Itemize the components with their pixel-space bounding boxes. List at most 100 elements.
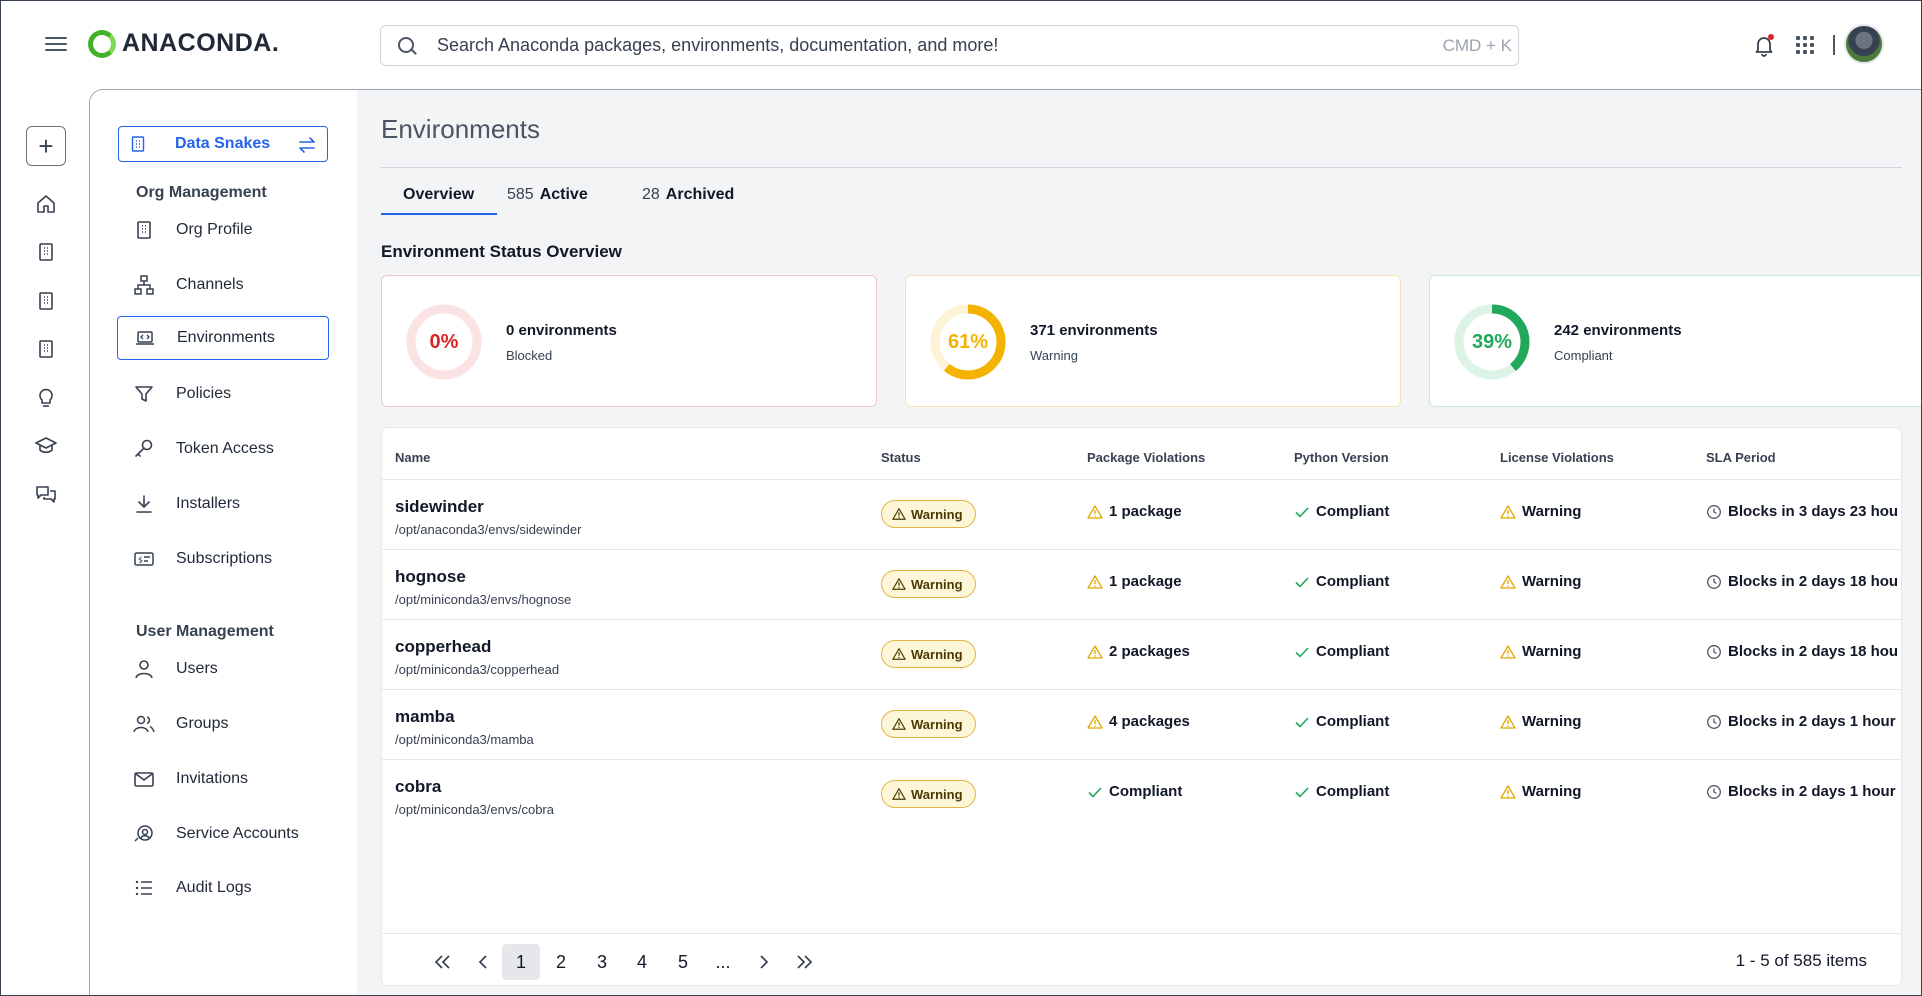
- tab-archived[interactable]: 28 Archived: [642, 186, 734, 230]
- sidebar-item-policies[interactable]: Policies: [117, 372, 329, 416]
- sidebar-item-users[interactable]: Users: [117, 647, 329, 691]
- sidebar-item-audit-logs[interactable]: Audit Logs: [117, 866, 329, 910]
- column-header-python-version[interactable]: Python Version: [1294, 450, 1389, 465]
- sidebar-item-label: Users: [176, 660, 218, 677]
- license-violations-value: Warning: [1522, 643, 1582, 660]
- menu-icon[interactable]: [45, 33, 67, 55]
- prev-page-button[interactable]: [464, 944, 502, 980]
- clock-icon: [1707, 504, 1721, 519]
- clock-icon: [1707, 574, 1721, 589]
- license-violations-value: Warning: [1522, 783, 1582, 800]
- env-name[interactable]: mamba: [395, 707, 455, 727]
- sla-period-cell: Blocks in 2 days 18 hou: [1706, 643, 1898, 660]
- license-violations-cell: Warning: [1500, 713, 1581, 730]
- sidebar-item-label: Environments: [177, 329, 275, 346]
- sidebar-item-token-access[interactable]: Token Access: [117, 427, 329, 471]
- section-title-user-management: User Management: [136, 623, 274, 640]
- double-chevron-right-icon: [797, 955, 813, 969]
- clock-icon: [1707, 784, 1721, 799]
- python-version-cell: Compliant: [1294, 783, 1389, 800]
- section-title-org-management: Org Management: [136, 184, 267, 201]
- sidebar-item-label: Org Profile: [176, 221, 253, 238]
- column-header-sla-period[interactable]: SLA Period: [1706, 450, 1776, 465]
- page-button-2[interactable]: 2: [542, 944, 580, 980]
- last-page-button[interactable]: [785, 944, 823, 980]
- sla-period-value: Blocks in 2 days 18 hou: [1728, 573, 1899, 590]
- app-window: ANACONDA. CMD + K + Data Snakes: [0, 0, 1922, 996]
- building-icon[interactable]: [35, 338, 57, 360]
- pagination: 1 2 3 4 5 ... 1 - 5 of 585 items: [382, 933, 1901, 985]
- env-name[interactable]: cobra: [395, 777, 441, 797]
- next-page-button[interactable]: [745, 944, 783, 980]
- table-row[interactable]: cobra/opt/miniconda3/envs/cobra Warning Co…: [382, 759, 1901, 829]
- package-violations-value: 2 packages: [1109, 643, 1190, 660]
- page-button-5[interactable]: 5: [664, 944, 702, 980]
- table-row[interactable]: copperhead/opt/miniconda3/copperhead Warn…: [382, 619, 1901, 689]
- sidebar-item-channels[interactable]: Channels: [117, 263, 329, 307]
- package-violations-cell: Compliant: [1087, 783, 1182, 800]
- first-page-button[interactable]: [424, 944, 462, 980]
- user-avatar[interactable]: [1844, 24, 1884, 64]
- table-row[interactable]: mamba/opt/miniconda3/mamba Warning 4 packa…: [382, 689, 1901, 759]
- sla-period-value: Blocks in 2 days 18 hou: [1728, 643, 1899, 660]
- sidebar-item-invitations[interactable]: Invitations: [117, 757, 329, 801]
- chat-icon[interactable]: [35, 483, 57, 505]
- status-label: Blocked: [506, 348, 553, 363]
- laptop-code-icon: [136, 331, 154, 345]
- warning-icon: [1087, 644, 1103, 659]
- tab-overview[interactable]: Overview: [403, 186, 474, 230]
- sidebar-item-service-accounts[interactable]: Service Accounts: [117, 812, 329, 856]
- status-count: 371 environments: [1030, 322, 1158, 339]
- sidebar-item-installers[interactable]: Installers: [117, 482, 329, 526]
- tab-active[interactable]: 585 Active: [507, 186, 588, 230]
- page-button-3[interactable]: 3: [583, 944, 621, 980]
- filter-icon: [135, 386, 153, 402]
- org-switcher-button[interactable]: Data Snakes: [118, 126, 328, 162]
- page-button-1[interactable]: 1: [502, 944, 540, 980]
- tab-label: Active: [539, 186, 588, 203]
- page-button-4[interactable]: 4: [623, 944, 661, 980]
- sidebar-item-groups[interactable]: Groups: [117, 702, 329, 746]
- graduation-cap-icon[interactable]: [35, 435, 57, 457]
- warning-icon: [892, 788, 906, 800]
- lightbulb-icon[interactable]: [35, 387, 57, 409]
- env-name[interactable]: copperhead: [395, 637, 491, 657]
- status-badge: Warning: [881, 570, 976, 598]
- notification-bell-icon[interactable]: [1754, 34, 1774, 57]
- global-search[interactable]: CMD + K: [380, 25, 1519, 66]
- env-name[interactable]: hognose: [395, 567, 466, 587]
- page-ellipsis[interactable]: ...: [704, 944, 742, 980]
- python-version-value: Compliant: [1316, 713, 1390, 730]
- column-header-license-violations[interactable]: License Violations: [1500, 450, 1614, 465]
- sla-period-cell: Blocks in 2 days 18 hou: [1706, 573, 1898, 590]
- column-header-name[interactable]: Name: [395, 450, 430, 465]
- sla-period-value: Blocks in 2 days 1 hour: [1728, 713, 1896, 730]
- sidebar-item-org-profile[interactable]: Org Profile: [117, 208, 329, 252]
- tab-count: 585: [507, 186, 534, 203]
- sidebar-item-subscriptions[interactable]: $ Subscriptions: [117, 537, 329, 581]
- warning-icon: [1500, 784, 1516, 799]
- building-icon[interactable]: [35, 241, 57, 263]
- swap-icon: [299, 137, 315, 153]
- table-row[interactable]: hognose/opt/miniconda3/envs/hognose Warni…: [382, 549, 1901, 619]
- status-card-blocked[interactable]: 0% 0 environments Blocked: [381, 275, 877, 407]
- create-new-button[interactable]: +: [26, 126, 66, 166]
- sla-period-cell: Blocks in 2 days 1 hour: [1706, 713, 1896, 730]
- search-input[interactable]: [437, 35, 1443, 56]
- column-header-package-violations[interactable]: Package Violations: [1087, 450, 1205, 465]
- column-header-status[interactable]: Status: [881, 450, 921, 465]
- warning-icon: [1087, 504, 1103, 519]
- download-icon: [136, 495, 152, 513]
- sla-period-cell: Blocks in 3 days 23 hou: [1706, 503, 1898, 520]
- sidebar-item-environments[interactable]: Environments: [117, 316, 329, 360]
- table-row[interactable]: sidewinder/opt/anaconda3/envs/sidewinder…: [382, 479, 1901, 549]
- service-account-icon: [134, 825, 153, 842]
- status-card-warning[interactable]: 61% 371 environments Warning: [905, 275, 1401, 407]
- status-badge: Warning: [881, 500, 976, 528]
- apps-grid-icon[interactable]: [1796, 36, 1814, 54]
- home-icon[interactable]: [35, 193, 57, 215]
- anaconda-logo[interactable]: ANACONDA.: [88, 29, 279, 58]
- env-name[interactable]: sidewinder: [395, 497, 484, 517]
- building-icon[interactable]: [35, 290, 57, 312]
- status-card-compliant[interactable]: 39% 242 environments Compliant: [1429, 275, 1921, 407]
